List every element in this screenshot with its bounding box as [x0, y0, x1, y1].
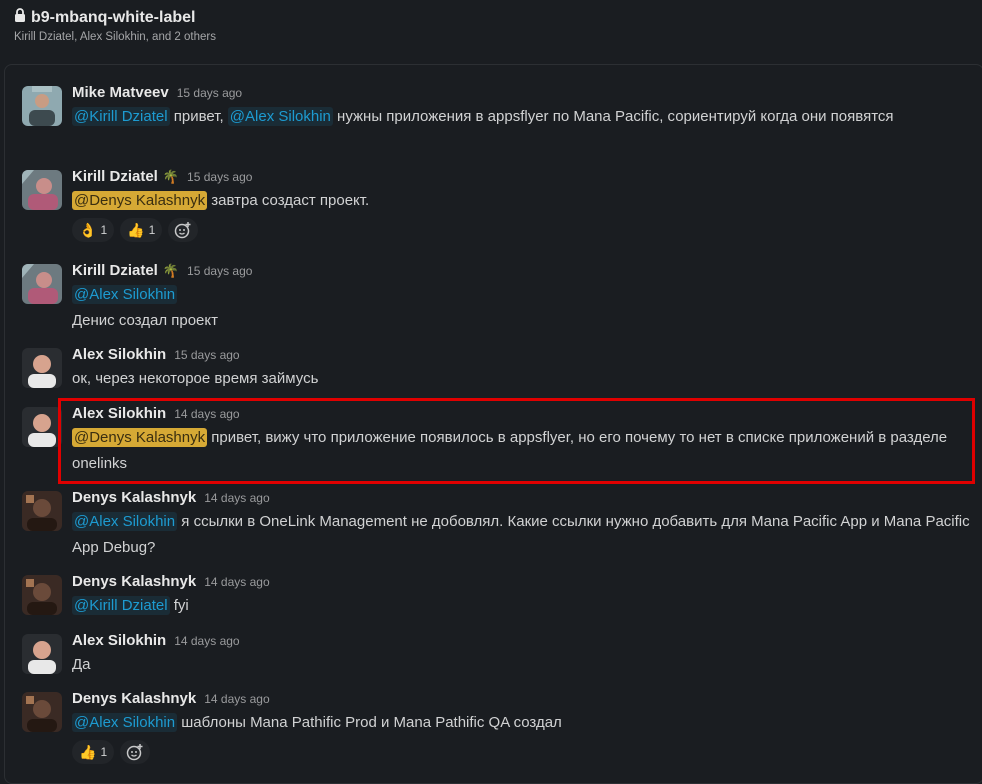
timestamp[interactable]: 15 days ago [187, 264, 252, 278]
author-name[interactable]: Kirill Dziatel [72, 262, 158, 279]
message-text: @Alex Silokhin [72, 282, 972, 308]
reactions-bar: 👌 1 👍 1 [72, 218, 972, 242]
message-text: @Alex Silokhin шаблоны Mana Pathific Pro… [72, 710, 972, 736]
timestamp[interactable]: 14 days ago [174, 407, 239, 421]
author-name[interactable]: Denys Kalashnyk [72, 690, 196, 707]
user-mention[interactable]: @Kirill Dziatel [72, 107, 170, 126]
user-mention[interactable]: @Kirill Dziatel [72, 596, 170, 615]
author-name[interactable]: Denys Kalashnyk [72, 489, 196, 506]
avatar[interactable] [22, 348, 62, 388]
avatar[interactable] [22, 86, 62, 126]
reaction-thumbs-up[interactable]: 👍 1 [72, 740, 115, 764]
timestamp[interactable]: 14 days ago [204, 491, 269, 505]
user-mention[interactable]: @Alex Silokhin [72, 713, 178, 732]
reaction-count: 1 [100, 223, 108, 237]
timestamp[interactable]: 15 days ago [174, 348, 239, 362]
thumbs-up-icon: 👍 [127, 221, 145, 238]
author-name[interactable]: Mike Matveev [72, 84, 169, 101]
palm-tree-status-icon[interactable]: 🌴 [163, 263, 179, 279]
message-text: ок, через некоторое время займусь [72, 370, 319, 387]
user-mention[interactable]: @Denys Kalashnyk [72, 428, 208, 447]
add-reaction-button[interactable] [120, 740, 151, 764]
message-text-line: Денис создал проект [72, 312, 218, 329]
channel-name: b9-mbanq-white-label [31, 8, 196, 26]
author-name[interactable]: Alex Silokhin [72, 632, 166, 649]
user-mention[interactable]: @Alex Silokhin [72, 285, 178, 304]
message-text: Да [72, 656, 91, 673]
thumbs-up-icon: 👍 [79, 743, 97, 760]
avatar[interactable] [22, 491, 62, 531]
message-text: @Alex Silokhin я ссылки в OneLink Manage… [72, 509, 972, 561]
user-mention[interactable]: @Denys Kalashnyk [72, 191, 208, 210]
user-mention[interactable]: @Alex Silokhin [72, 512, 178, 531]
message-text: @Kirill Dziatel привет, @Alex Silokhin н… [72, 104, 972, 130]
avatar[interactable] [22, 407, 62, 447]
avatar[interactable] [22, 264, 62, 304]
reaction-count: 1 [100, 745, 108, 759]
channel-members[interactable]: Kirill Dziatel, Alex Silokhin, and 2 oth… [14, 31, 968, 43]
text-segment: fyi [169, 597, 189, 614]
palm-tree-status-icon[interactable]: 🌴 [163, 169, 179, 185]
reaction-ok-hand[interactable]: 👌 1 [72, 218, 115, 242]
timestamp[interactable]: 15 days ago [187, 170, 252, 184]
lock-icon [14, 8, 26, 27]
timestamp[interactable]: 15 days ago [177, 86, 242, 100]
author-name[interactable]: Kirill Dziatel [72, 168, 158, 185]
ok-hand-icon: 👌 [79, 221, 97, 238]
text-segment: привет, [169, 108, 228, 125]
avatar[interactable] [22, 634, 62, 674]
text-segment: я ссылки в OneLink Management не добовля… [72, 513, 970, 556]
channel-header: b9-mbanq-white-label Kirill Dziatel, Ale… [0, 0, 982, 60]
message-text: @Kirill Dziatel fyi [72, 593, 972, 619]
message-text: @Denys Kalashnyk привет, вижу что прилож… [72, 425, 972, 477]
author-name[interactable]: Alex Silokhin [72, 405, 166, 422]
message-text: @Denys Kalashnyk завтра создаст проект. [72, 188, 972, 214]
timestamp[interactable]: 14 days ago [204, 692, 269, 706]
avatar[interactable] [22, 170, 62, 210]
avatar[interactable] [22, 692, 62, 732]
reaction-thumbs-up[interactable]: 👍 1 [120, 218, 163, 242]
user-mention[interactable]: @Alex Silokhin [227, 107, 333, 126]
author-name[interactable]: Denys Kalashnyk [72, 573, 196, 590]
reaction-count: 1 [148, 223, 156, 237]
text-segment: шаблоны Mana Pathific Prod и Mana Pathif… [177, 714, 562, 731]
add-reaction-button[interactable] [168, 218, 199, 242]
timestamp[interactable]: 14 days ago [204, 575, 269, 589]
text-segment: завтра создаст проект. [207, 192, 370, 209]
channel-title[interactable]: b9-mbanq-white-label [14, 8, 968, 27]
add-emoji-icon [175, 222, 191, 239]
text-segment: нужны приложения в appsflyer по Mana Pac… [332, 108, 894, 125]
author-name[interactable]: Alex Silokhin [72, 346, 166, 363]
timestamp[interactable]: 14 days ago [174, 634, 239, 648]
avatar[interactable] [22, 575, 62, 615]
reactions-bar: 👍 1 [72, 740, 972, 764]
add-emoji-icon [126, 744, 143, 761]
